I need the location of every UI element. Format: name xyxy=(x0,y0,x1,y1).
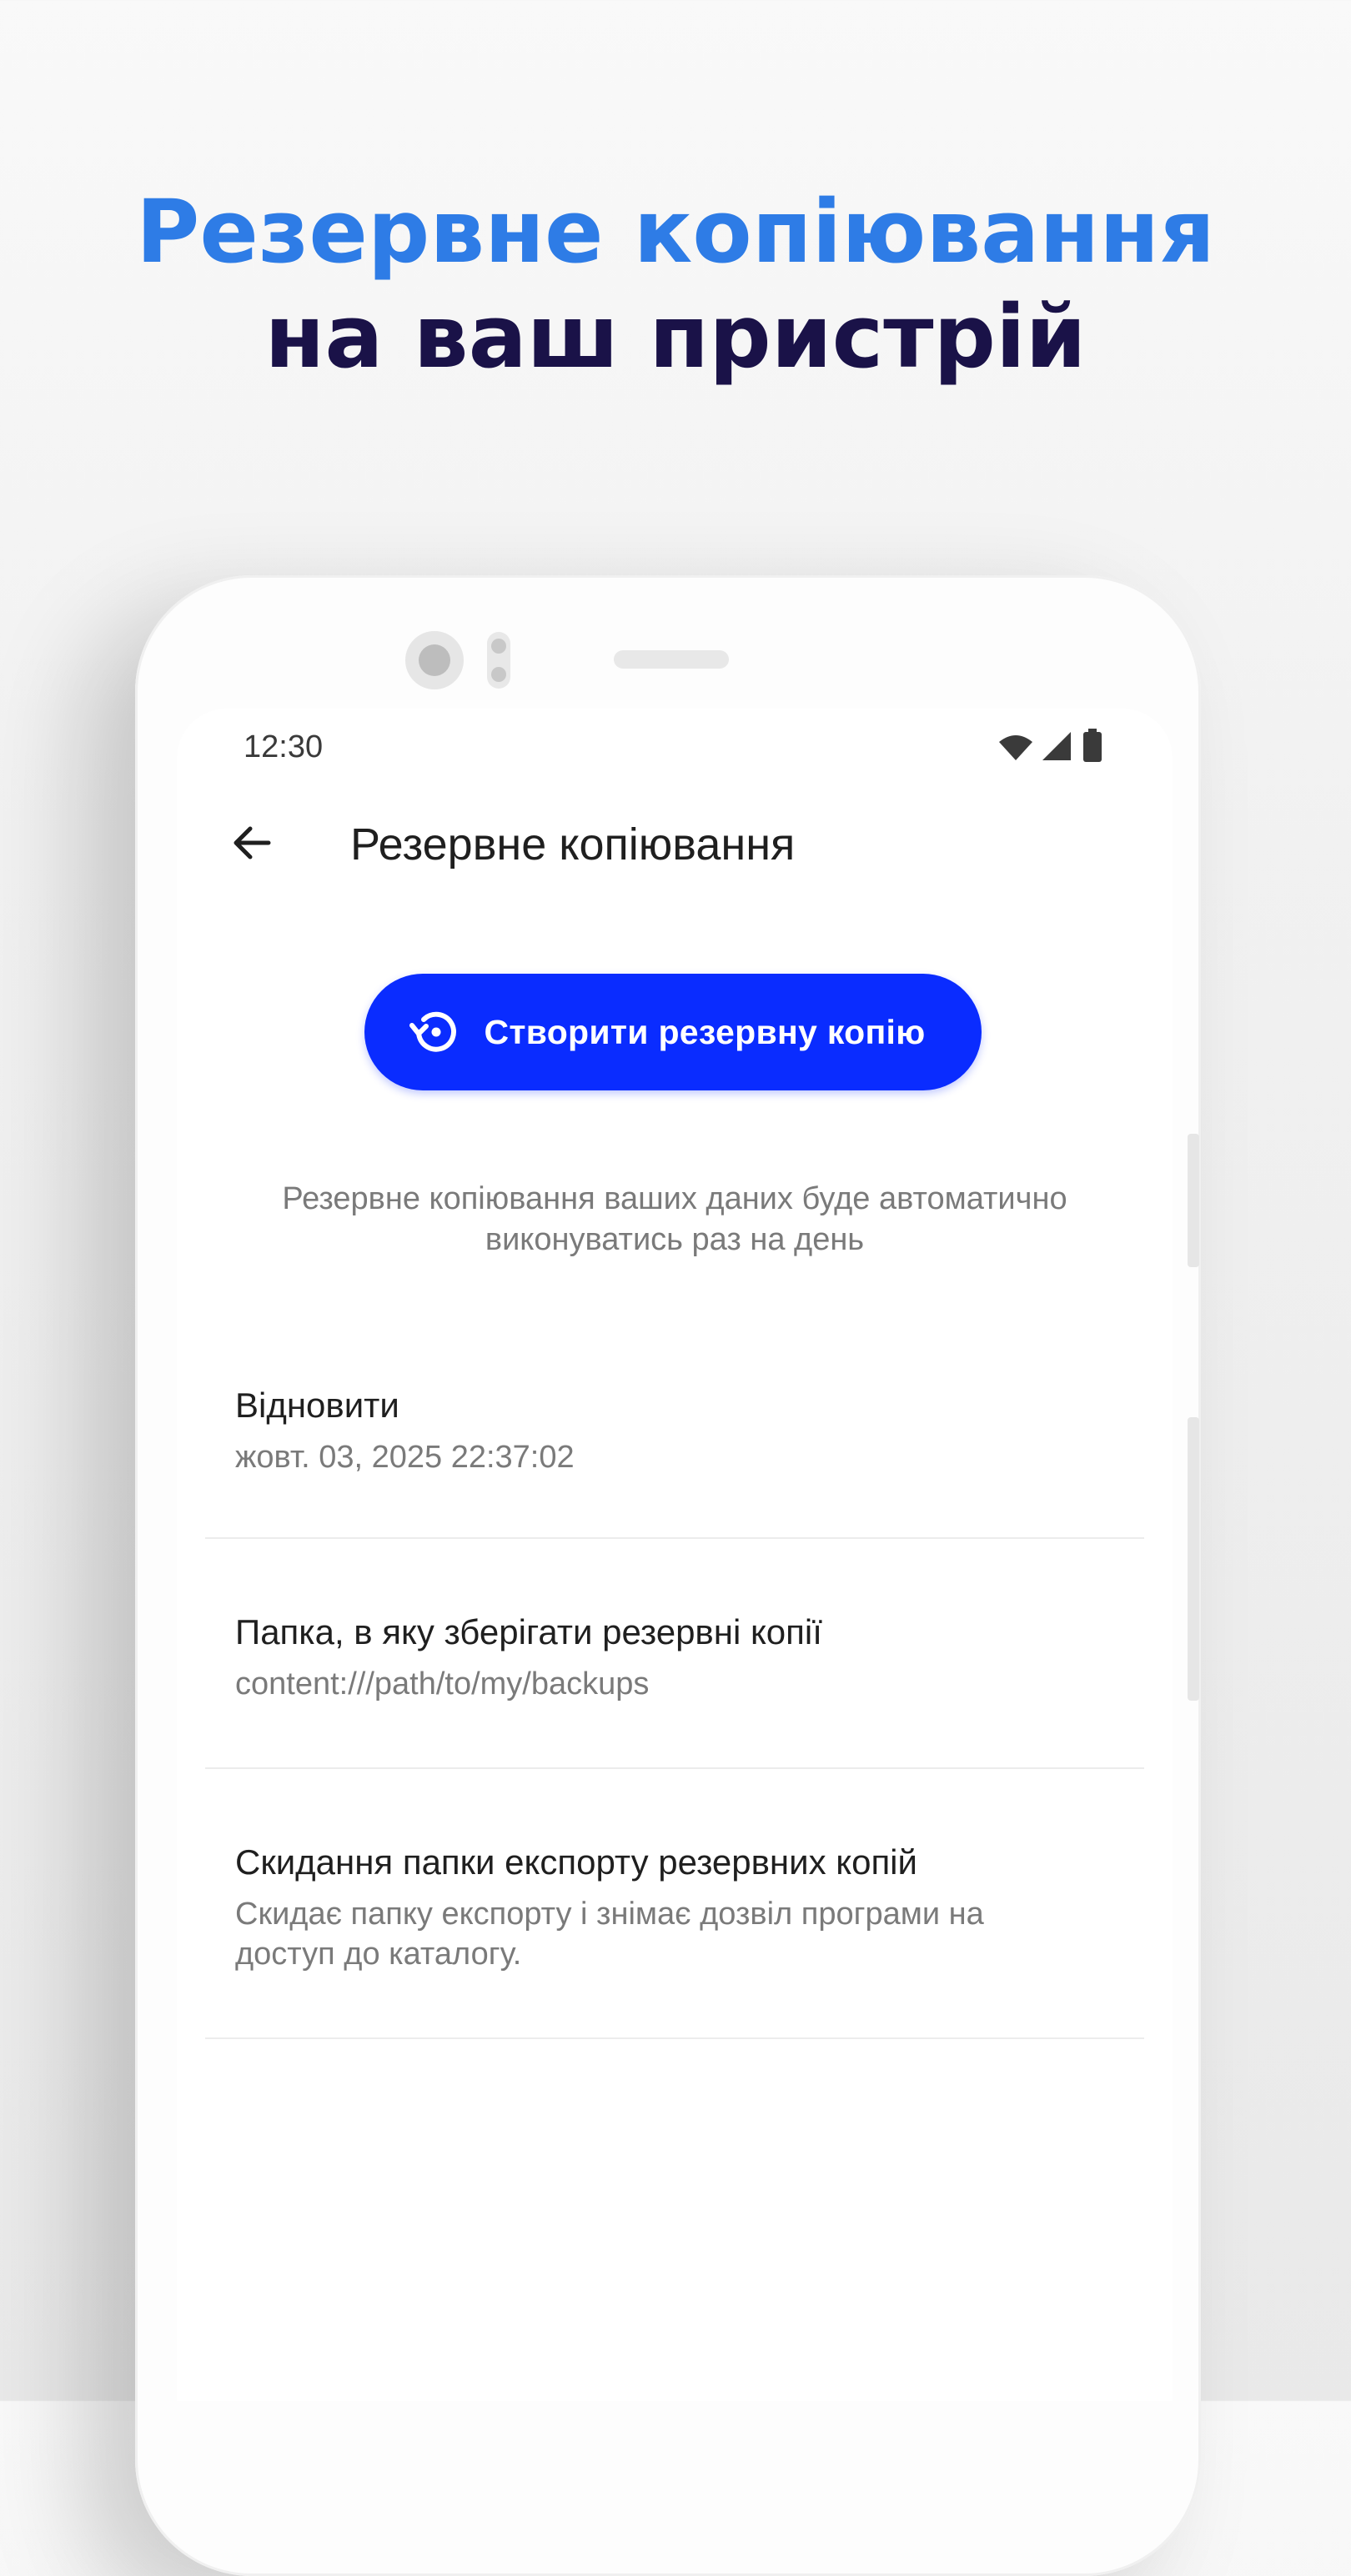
status-icons xyxy=(997,725,1114,772)
backup-folder-title: Папка, в яку зберігати резервні копії xyxy=(235,1612,822,1651)
create-backup-label: Створити резервну копію xyxy=(484,1012,926,1051)
page-title: Резервне копіювання xyxy=(350,819,796,870)
restore-setting[interactable]: Відновити жовт. 03, 2025 22:37:02 xyxy=(205,1364,1144,1539)
backup-folder-setting[interactable]: Папка, в яку зберігати резервні копії co… xyxy=(205,1539,1144,1769)
front-camera xyxy=(405,631,464,689)
wifi-icon xyxy=(999,735,1032,760)
status-time: 12:30 xyxy=(244,729,324,764)
back-button[interactable] xyxy=(218,809,287,877)
restore-icon xyxy=(409,1011,457,1052)
reset-export-folder-description: Скидає папку експорту і знімає дозвіл пр… xyxy=(235,1897,984,1972)
earpiece-speaker xyxy=(614,650,729,669)
restore-title: Відновити xyxy=(235,1386,399,1425)
reset-export-folder-title: Скидання папки експорту резервних копій xyxy=(235,1842,917,1882)
signal-icon xyxy=(1042,732,1071,760)
arrow-left-icon xyxy=(234,826,271,860)
restore-date: жовт. 03, 2025 22:37:02 xyxy=(235,1440,575,1475)
promo-headline: Резервне копіювання на ваш пристрій xyxy=(0,179,1351,389)
create-backup-button[interactable]: Створити резервну копію xyxy=(364,974,982,1090)
battery-icon xyxy=(1083,729,1102,762)
promo-headline-line2: на ваш пристрій xyxy=(264,286,1087,388)
backup-folder-path: content:///path/to/my/backups xyxy=(235,1666,650,1701)
proximity-sensor xyxy=(487,632,510,689)
phone-side-button xyxy=(1188,1134,1199,1267)
backup-info-text: Резервне копіювання ваших даних буде авт… xyxy=(282,1181,1067,1257)
reset-export-folder-setting[interactable]: Скидання папки експорту резервних копій … xyxy=(205,1769,1144,2039)
phone-volume-button xyxy=(1188,1417,1199,1701)
phone-screen: 12:30 Резервне копіювання Створити резер… xyxy=(177,709,1173,2401)
promo-headline-line1: Резервне копіювання xyxy=(136,181,1215,283)
